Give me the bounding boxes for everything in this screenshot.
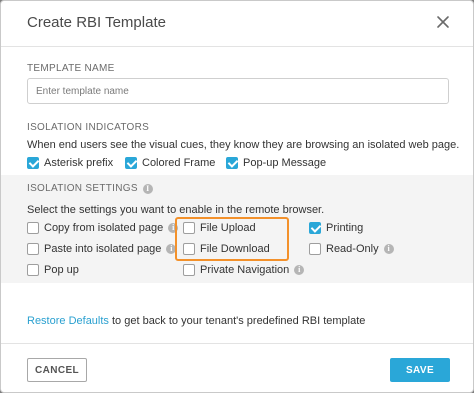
info-icon[interactable]: i [142,183,153,194]
checkbox-checked-icon[interactable] [125,157,137,169]
checkbox-label: Asterisk prefix [44,157,114,169]
restore-defaults-description: to get back to your tenant's predefined … [108,315,366,327]
info-icon[interactable]: i [294,265,305,275]
checkbox-label: Pop up [44,264,79,276]
checkbox-label: Pop-up Message [243,157,327,169]
create-rbi-template-dialog: Create RBI Template TEMPLATE NAME ISOLAT… [0,0,474,393]
checkbox-checked-icon[interactable] [27,157,39,169]
checkbox-label: Paste into isolated page [44,243,162,255]
template-name-input[interactable] [28,79,448,103]
checkbox-popup-message[interactable]: Pop-up Message [226,157,326,169]
file-transfer-highlight [175,217,289,261]
checkbox-copy-from-isolated-page[interactable]: Copy from isolated page i [27,222,179,234]
checkbox-private-navigation[interactable]: Private Navigation i [183,264,305,276]
checkbox-checked-icon[interactable] [226,157,238,169]
checkbox-colored-frame[interactable]: Colored Frame [125,157,215,169]
checkbox-unchecked-icon[interactable] [27,222,39,234]
checkbox-label: Printing [326,222,364,234]
checkbox-label: Read-Only [326,243,379,255]
isolation-settings-label: ISOLATION SETTINGS [27,183,138,194]
checkbox-unchecked-icon[interactable] [183,264,195,276]
checkbox-unchecked-icon[interactable] [27,243,39,255]
restore-defaults-link[interactable]: Restore Defaults [27,315,109,327]
save-button[interactable]: SAVE [390,358,450,382]
checkbox-asterisk-prefix[interactable]: Asterisk prefix [27,157,113,169]
checkbox-printing[interactable]: Printing [309,222,363,234]
dialog-header: Create RBI Template [1,1,473,47]
isolation-indicators-label: ISOLATION INDICATORS [27,122,150,133]
checkbox-unchecked-icon[interactable] [27,264,39,276]
close-icon[interactable] [435,14,451,30]
isolation-indicators-description: When end users see the visual cues, they… [27,139,460,151]
restore-defaults-text: Restore Defaults to get back to your ten… [27,315,365,327]
template-name-label: TEMPLATE NAME [27,63,115,74]
isolation-settings-heading: ISOLATION SETTINGS i [27,183,153,194]
checkbox-label: Copy from isolated page [44,222,164,234]
checkbox-label: Private Navigation [200,264,290,276]
checkbox-checked-icon[interactable] [309,222,321,234]
checkbox-pop-up[interactable]: Pop up [27,264,79,276]
dialog-title: Create RBI Template [27,14,166,31]
template-name-field[interactable] [27,78,449,104]
checkbox-read-only[interactable]: Read-Only i [309,243,394,255]
checkbox-unchecked-icon[interactable] [309,243,321,255]
isolation-settings-description: Select the settings you want to enable i… [27,204,325,216]
checkbox-label: Colored Frame [142,157,216,169]
info-icon[interactable]: i [383,244,394,254]
cancel-button[interactable]: CANCEL [27,358,87,382]
dialog-footer: CANCEL SAVE [1,343,473,392]
checkbox-paste-into-isolated-page[interactable]: Paste into isolated page i [27,243,177,255]
